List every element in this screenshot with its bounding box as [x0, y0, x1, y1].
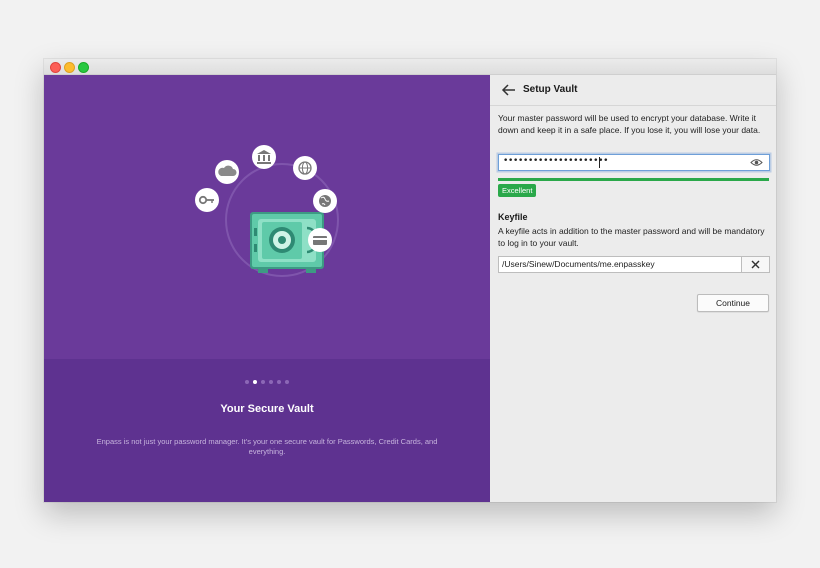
vault-illustration [195, 145, 339, 277]
pager-dot-active[interactable] [253, 380, 257, 384]
clear-keyfile-button[interactable] [741, 256, 770, 273]
setup-header: Setup Vault [490, 75, 776, 106]
keyfile-path-field[interactable]: /Users/Sinew/Documents/me.enpasskey [498, 256, 743, 273]
password-strength-bar [498, 178, 769, 181]
world-icon [313, 189, 337, 213]
keyfile-path: /Users/Sinew/Documents/me.enpasskey [502, 259, 655, 269]
master-password-info: Your master password will be used to enc… [498, 113, 761, 135]
password-strength-fill [498, 178, 769, 181]
setup-panel: Setup Vault Your master password will be… [490, 75, 776, 502]
keyfile-heading: Keyfile [498, 212, 528, 222]
minimize-window-button[interactable] [64, 62, 75, 73]
app-window: Your Secure Vault Enpass is not just you… [44, 59, 776, 502]
password-mask: ••••••••••••••••••••• [503, 156, 609, 166]
cloud-icon [215, 160, 239, 184]
key-icon [195, 188, 219, 212]
pager-dot[interactable] [269, 380, 273, 384]
credit-card-icon [308, 228, 332, 252]
slide-description: Enpass is not just your password manager… [96, 437, 438, 456]
pager-dot[interactable] [285, 380, 289, 384]
page-title: Setup Vault [523, 84, 578, 95]
pager-dot[interactable] [261, 380, 265, 384]
keyfile-description: A keyfile acts in addition to the master… [498, 226, 765, 248]
pager-dot[interactable] [277, 380, 281, 384]
title-bar [44, 59, 776, 75]
back-arrow-icon[interactable] [501, 83, 517, 97]
globe-icon [293, 156, 317, 180]
pager-dot[interactable] [245, 380, 249, 384]
close-icon [751, 260, 760, 269]
eye-icon[interactable] [750, 158, 763, 167]
text-caret [599, 157, 600, 168]
master-password-input[interactable]: ••••••••••••••••••••• [498, 154, 770, 171]
bank-icon [252, 145, 276, 169]
continue-button[interactable]: Continue [697, 294, 769, 312]
zoom-window-button[interactable] [78, 62, 89, 73]
slide-title: Your Secure Vault [220, 403, 314, 415]
onboarding-panel: Your Secure Vault Enpass is not just you… [44, 75, 490, 502]
close-window-button[interactable] [50, 62, 61, 73]
strength-badge: Excellent [498, 184, 537, 197]
onboarding-caption-area [44, 359, 490, 502]
